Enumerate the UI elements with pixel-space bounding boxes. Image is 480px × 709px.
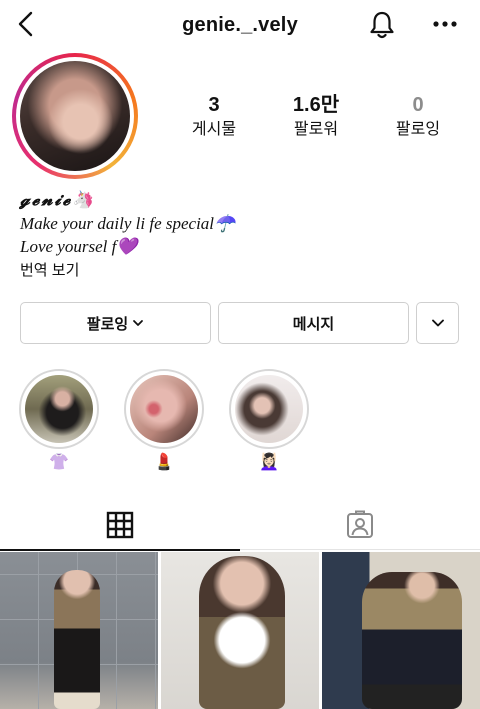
stat-followers[interactable]: 1.6만 팔로워 — [271, 94, 361, 140]
stat-following-label: 팔로잉 — [395, 121, 441, 138]
message-button[interactable]: 메시지 — [218, 302, 409, 344]
top-bar: genie._.vely — [0, 0, 480, 52]
stat-followers-label: 팔로워 — [293, 121, 339, 138]
highlight-emoji: 💆🏻‍♀️ — [259, 454, 279, 471]
stat-posts-label: 게시물 — [191, 121, 237, 138]
tab-active-indicator — [0, 549, 240, 551]
story-highlight[interactable]: 💄 — [124, 369, 204, 473]
chevron-down-icon — [431, 319, 444, 327]
highlight-cover-image — [25, 375, 93, 443]
stat-followers-count: 1.6만 — [292, 94, 340, 116]
bio-line-1-text: Make your daily li fe special — [20, 214, 215, 233]
bio-line-2-text: Love yoursel f — [20, 237, 117, 256]
avatar — [20, 61, 130, 171]
post-thumbnail[interactable] — [322, 552, 480, 709]
display-name-text: 𝓰𝓮𝓷𝓲𝓮 — [20, 190, 73, 210]
suggested-accounts-button[interactable] — [416, 302, 459, 344]
display-name: 𝓰𝓮𝓷𝓲𝓮🦄 — [20, 188, 460, 212]
post-figure — [199, 556, 285, 709]
post-thumbnail[interactable] — [0, 552, 158, 709]
highlight-cover-image — [235, 375, 303, 443]
post-grid — [0, 552, 480, 709]
post-figure — [54, 570, 100, 709]
highlight-cover-image — [130, 375, 198, 443]
following-button[interactable]: 팔로잉 — [20, 302, 211, 344]
profile-bio: 𝓰𝓮𝓷𝓲𝓮🦄 Make your daily li fe special☂️ L… — [20, 188, 460, 282]
story-highlight[interactable]: 👚 — [19, 369, 99, 473]
tab-tagged[interactable] — [240, 500, 480, 550]
highlight-emoji: 👚 — [49, 454, 69, 471]
bell-icon[interactable] — [368, 10, 396, 40]
story-ring[interactable] — [12, 53, 138, 179]
chevron-down-icon — [133, 320, 144, 326]
bio-line-2: Love yoursel f💜 — [20, 235, 460, 258]
stat-posts-count: 3 — [208, 94, 220, 116]
see-translation-link[interactable]: 번역 보기 — [20, 260, 460, 282]
stat-following-count: 0 — [412, 94, 424, 116]
post-figure — [362, 572, 462, 709]
highlight-emoji: 💄 — [154, 454, 174, 471]
purple-heart-emoji: 💜 — [116, 237, 138, 256]
message-button-label: 메시지 — [292, 315, 335, 333]
tagged-icon — [347, 510, 373, 538]
unicorn-emoji: 🦄 — [72, 190, 96, 210]
stat-posts[interactable]: 3 게시물 — [169, 94, 259, 140]
bio-line-1: Make your daily li fe special☂️ — [20, 212, 460, 235]
story-highlight[interactable]: 💆🏻‍♀️ — [229, 369, 309, 473]
ellipsis-icon[interactable] — [430, 12, 460, 36]
following-button-label: 팔로잉 — [86, 315, 129, 333]
umbrella-emoji: ☂️ — [214, 214, 236, 233]
profile-tabs — [0, 500, 480, 551]
post-thumbnail[interactable] — [161, 552, 319, 709]
grid-icon — [106, 511, 134, 539]
tab-posts[interactable] — [0, 500, 240, 551]
profile-username: genie._.vely — [182, 14, 298, 36]
stat-following[interactable]: 0 팔로잉 — [373, 94, 463, 140]
